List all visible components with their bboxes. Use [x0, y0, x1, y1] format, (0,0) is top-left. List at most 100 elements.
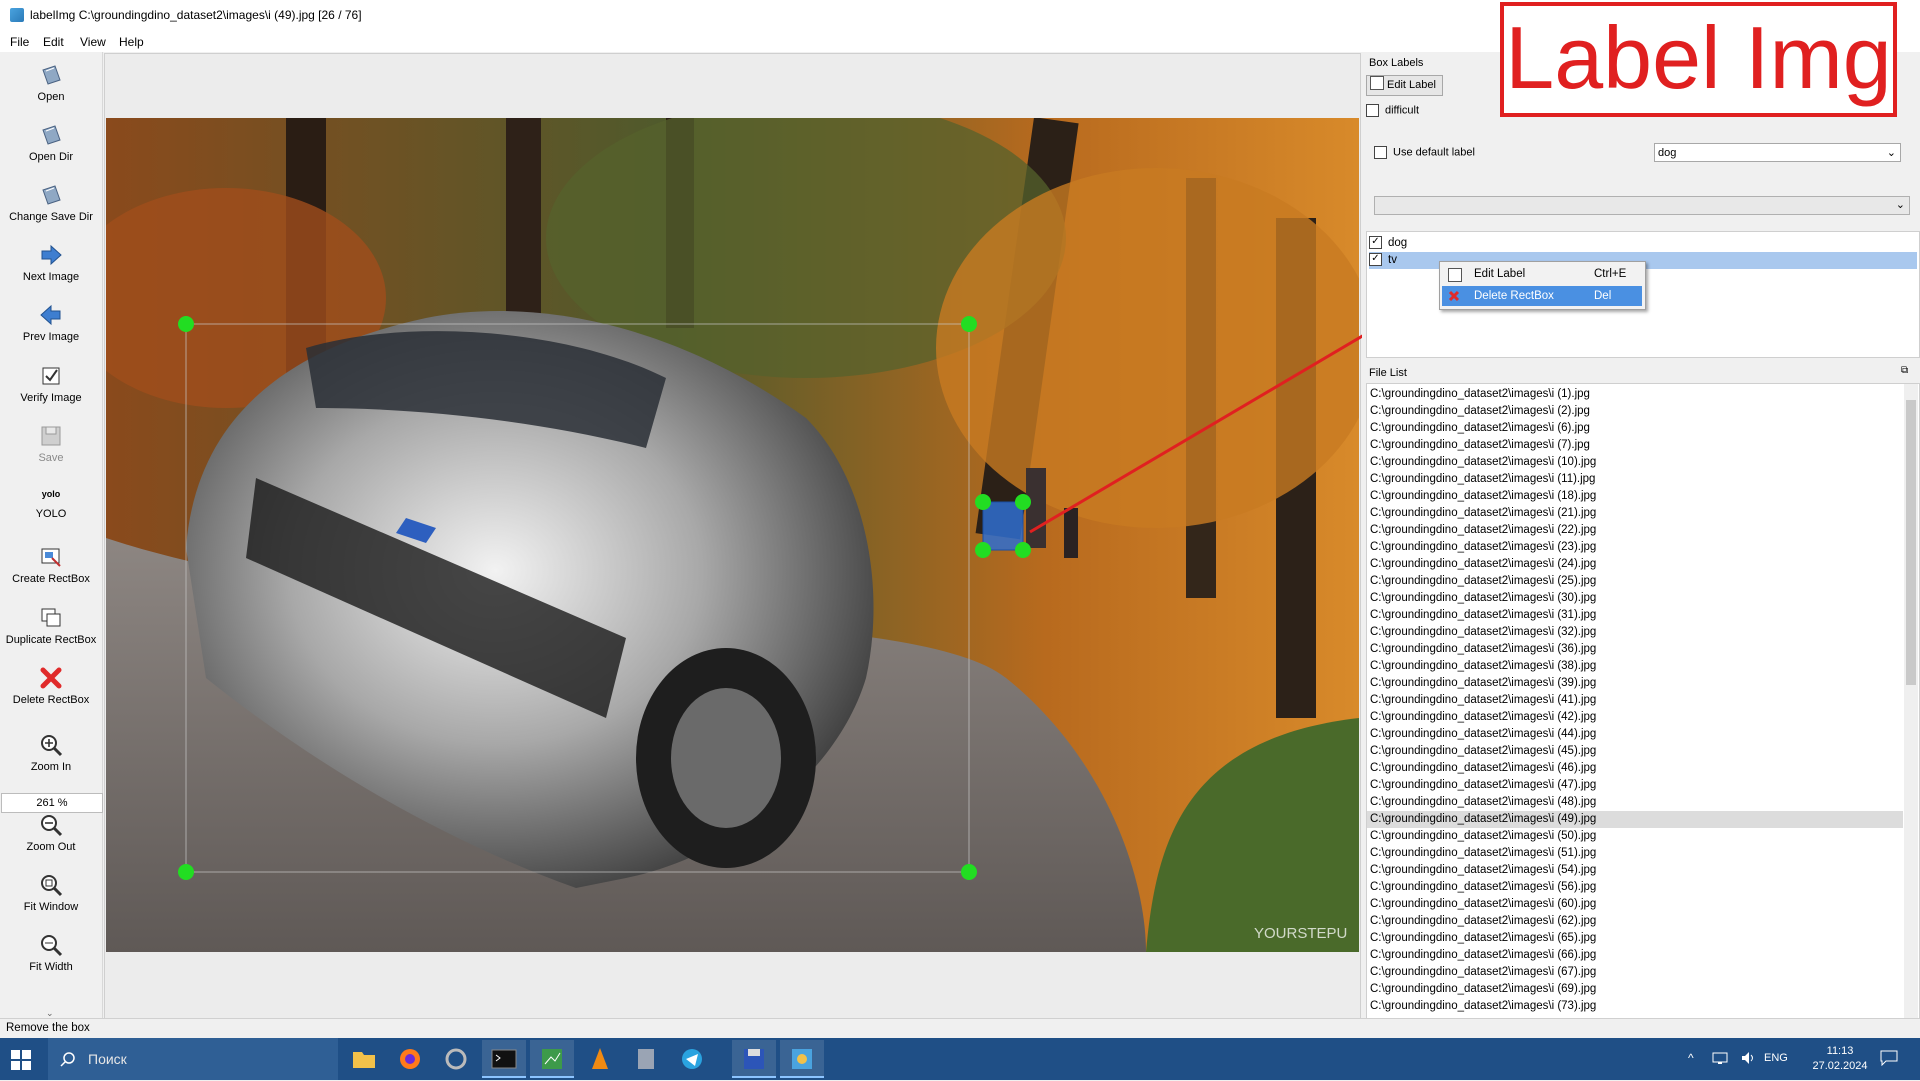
firefox-icon[interactable] — [388, 1040, 432, 1078]
network-tool-icon[interactable] — [434, 1040, 478, 1078]
file-list-item[interactable]: C:\groundingdino_dataset2\images\i (47).… — [1367, 777, 1903, 794]
file-list-item[interactable]: C:\groundingdino_dataset2\images\i (56).… — [1367, 879, 1903, 896]
file-list-item[interactable]: C:\groundingdino_dataset2\images\i (44).… — [1367, 726, 1903, 743]
difficult-checkbox-box[interactable] — [1366, 104, 1379, 117]
fit-window-icon — [41, 875, 63, 897]
file-list-item[interactable]: C:\groundingdino_dataset2\images\i (39).… — [1367, 675, 1903, 692]
file-list-item[interactable]: C:\groundingdino_dataset2\images\i (1).j… — [1367, 386, 1903, 403]
menu-view[interactable]: View — [80, 35, 106, 49]
save-label: Save — [38, 452, 64, 464]
notification-icon[interactable] — [1880, 1050, 1898, 1069]
file-list-item[interactable]: C:\groundingdino_dataset2\images\i (66).… — [1367, 947, 1903, 964]
duplicate-rectbox-button[interactable]: Duplicate RectBox — [0, 605, 102, 646]
calculator-icon[interactable] — [624, 1040, 668, 1078]
file-list-item[interactable]: C:\groundingdino_dataset2\images\i (7).j… — [1367, 437, 1903, 454]
use-default-label-box[interactable] — [1374, 146, 1387, 159]
file-list-item[interactable]: C:\groundingdino_dataset2\images\i (31).… — [1367, 607, 1903, 624]
file-list-item[interactable]: C:\groundingdino_dataset2\images\i (22).… — [1367, 522, 1903, 539]
format-yolo-button[interactable]: yolo YOLO — [0, 483, 102, 520]
create-rectbox-button[interactable]: Create RectBox — [0, 544, 102, 585]
file-list-item[interactable]: C:\groundingdino_dataset2\images\i (11).… — [1367, 471, 1903, 488]
label-item-dog[interactable]: ✓ dog — [1369, 235, 1917, 252]
arrow-left-icon — [40, 304, 61, 326]
fit-window-button[interactable]: Fit Window — [0, 872, 102, 913]
file-list-item[interactable]: C:\groundingdino_dataset2\images\i (18).… — [1367, 488, 1903, 505]
difficult-checkbox[interactable]: difficult — [1366, 104, 1419, 117]
file-list-item[interactable]: C:\groundingdino_dataset2\images\i (51).… — [1367, 845, 1903, 862]
label-tv-checkbox[interactable]: ✓ — [1369, 253, 1382, 267]
duplicate-rectbox-label: Duplicate RectBox — [5, 634, 97, 646]
edit-label-button[interactable]: Edit Label — [1366, 75, 1443, 96]
zoom-in-label: Zoom In — [30, 761, 72, 773]
file-list-item[interactable]: C:\groundingdino_dataset2\images\i (38).… — [1367, 658, 1903, 675]
file-list-item[interactable]: C:\groundingdino_dataset2\images\i (67).… — [1367, 964, 1903, 981]
terminal-icon[interactable] — [482, 1040, 526, 1078]
file-list-item[interactable]: C:\groundingdino_dataset2\images\i (62).… — [1367, 913, 1903, 930]
vlc-icon[interactable] — [578, 1040, 622, 1078]
delete-rectbox-button[interactable]: Delete RectBox — [0, 665, 102, 706]
open-dir-button[interactable]: Open Dir — [0, 122, 102, 163]
context-edit-label[interactable]: Edit Label Ctrl+E — [1442, 264, 1642, 284]
file-list-item[interactable]: C:\groundingdino_dataset2\images\i (6).j… — [1367, 420, 1903, 437]
file-list-item[interactable]: C:\groundingdino_dataset2\images\i (41).… — [1367, 692, 1903, 709]
file-list-item[interactable]: C:\groundingdino_dataset2\images\i (25).… — [1367, 573, 1903, 590]
file-list-item[interactable]: C:\groundingdino_dataset2\images\i (32).… — [1367, 624, 1903, 641]
menu-edit[interactable]: Edit — [43, 35, 64, 49]
next-image-button[interactable]: Next Image — [0, 242, 102, 283]
file-list-item[interactable]: C:\groundingdino_dataset2\images\i (54).… — [1367, 862, 1903, 879]
file-list-item[interactable]: C:\groundingdino_dataset2\images\i (50).… — [1367, 828, 1903, 845]
file-list-item[interactable]: C:\groundingdino_dataset2\images\i (36).… — [1367, 641, 1903, 658]
file-list-item[interactable]: C:\groundingdino_dataset2\images\i (48).… — [1367, 794, 1903, 811]
context-delete-rectbox[interactable]: Delete RectBox Del — [1442, 286, 1642, 306]
taskbar-search[interactable]: Поиск — [48, 1038, 338, 1080]
save-disk-app-icon[interactable] — [732, 1040, 776, 1078]
clock-time: 11:13 — [1826, 1045, 1854, 1057]
prev-image-button[interactable]: Prev Image — [0, 302, 102, 343]
file-list-item[interactable]: C:\groundingdino_dataset2\images\i (65).… — [1367, 930, 1903, 947]
file-list-item[interactable]: C:\groundingdino_dataset2\images\i (60).… — [1367, 896, 1903, 913]
menu-help[interactable]: Help — [119, 35, 144, 49]
windows-start-icon[interactable] — [11, 1050, 31, 1073]
open-button[interactable]: Open — [0, 62, 102, 103]
file-list-scrollbar[interactable] — [1904, 384, 1918, 1018]
file-list-item[interactable]: C:\groundingdino_dataset2\images\i (30).… — [1367, 590, 1903, 607]
scrollbar-thumb[interactable] — [1906, 400, 1916, 685]
menu-file[interactable]: File — [10, 35, 29, 49]
label-combo[interactable]: ⌄ — [1374, 196, 1910, 215]
change-save-dir-button[interactable]: Change Save Dir — [0, 182, 102, 223]
file-list-item[interactable]: C:\groundingdino_dataset2\images\i (49).… — [1367, 811, 1903, 828]
file-list-item[interactable]: C:\groundingdino_dataset2\images\i (21).… — [1367, 505, 1903, 522]
tray-chevron-up-icon[interactable]: ^ — [1688, 1051, 1694, 1065]
volume-tray-icon[interactable] — [1740, 1050, 1756, 1069]
next-image-label: Next Image — [22, 271, 80, 283]
chart-app-icon[interactable] — [530, 1040, 574, 1078]
zoom-in-button[interactable]: Zoom In — [0, 732, 102, 773]
verify-image-button[interactable]: Verify Image — [0, 363, 102, 404]
file-list-item[interactable]: C:\groundingdino_dataset2\images\i (45).… — [1367, 743, 1903, 760]
file-list-item[interactable]: C:\groundingdino_dataset2\images\i (10).… — [1367, 454, 1903, 471]
label-dog-checkbox[interactable]: ✓ — [1369, 236, 1382, 250]
save-button[interactable]: Save — [0, 423, 102, 464]
zoom-out-button[interactable]: Zoom Out — [0, 812, 102, 853]
telegram-icon[interactable] — [670, 1040, 714, 1078]
tray-clock[interactable]: 11:13 27.02.2024 — [1810, 1044, 1870, 1074]
file-explorer-icon[interactable] — [342, 1040, 386, 1078]
network-tray-icon[interactable] — [1712, 1050, 1728, 1069]
default-label-select[interactable]: dog ⌄ — [1654, 143, 1901, 162]
fit-width-button[interactable]: Fit Width — [0, 932, 102, 973]
file-list-item[interactable]: C:\groundingdino_dataset2\images\i (46).… — [1367, 760, 1903, 777]
file-list-item[interactable]: C:\groundingdino_dataset2\images\i (23).… — [1367, 539, 1903, 556]
file-list-item[interactable]: C:\groundingdino_dataset2\images\i (2).j… — [1367, 403, 1903, 420]
file-list-item[interactable]: C:\groundingdino_dataset2\images\i (73).… — [1367, 998, 1903, 1015]
zoom-value-field[interactable]: 261 % — [1, 793, 103, 813]
file-list-item[interactable]: C:\groundingdino_dataset2\images\i (69).… — [1367, 981, 1903, 998]
input-language[interactable]: ENG — [1764, 1052, 1788, 1064]
labelimg-taskbar-icon[interactable] — [780, 1040, 824, 1078]
photo-image: YOURSTEPU — [106, 118, 1359, 952]
file-list-item[interactable]: C:\groundingdino_dataset2\images\i (24).… — [1367, 556, 1903, 573]
file-list-item[interactable]: C:\groundingdino_dataset2\images\i (42).… — [1367, 709, 1903, 726]
undock-icon[interactable]: ⧉ — [1901, 365, 1908, 376]
arrow-right-icon — [41, 244, 62, 266]
use-default-label-checkbox[interactable]: Use default label — [1374, 146, 1475, 159]
change-save-dir-icon — [42, 185, 61, 205]
